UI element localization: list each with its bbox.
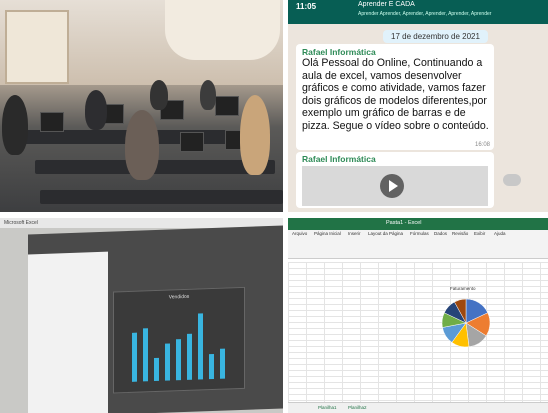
monitor-photo: Microsoft Excel Vendidos [0,218,283,413]
bar-chart-bar [198,313,203,380]
whatsapp-screenshot: 11:05 Aprender E CADA Aprender Aprender,… [288,0,548,212]
bar-chart-bar [220,349,225,379]
status-time: 11:05 [296,2,317,11]
wall-banner [165,0,280,60]
excel-titlebar-text: Microsoft Excel [4,220,38,226]
pie-chart[interactable] [288,218,548,413]
bar-chart-bar [154,357,159,382]
bar-chart-bar [165,343,170,381]
excel-screenshot: Pasta1 - Excel Arquivo Página Inicial In… [288,218,548,413]
message-time: 16:08 [474,142,490,148]
chat-subtitle: Aprender Aprender, Aprender, Aprender, A… [358,11,492,17]
student [125,110,159,180]
chat-header: 11:05 Aprender E CADA Aprender Aprender,… [288,0,548,24]
bar-chart-bar [176,339,181,381]
classroom-window [5,10,69,84]
student [150,80,168,110]
message-text: Olá Pessoal do Online, Continuando a aul… [302,57,489,132]
student [200,80,216,110]
video-thumbnail[interactable] [302,166,488,206]
bar-chart-bar [209,353,214,380]
bar-chart-bar [143,327,148,382]
sheet-tabs: Planilha1 Planilha2 [288,402,548,413]
monitor-screen: Vendidos [28,225,283,413]
message-sender: Rafael Informática [302,47,376,57]
sheet-tab[interactable]: Planilha2 [348,405,367,410]
forward-icon[interactable] [503,174,521,186]
computer-monitor [215,96,239,116]
classroom-photo [0,0,283,212]
student [240,95,270,175]
play-icon[interactable] [380,174,404,198]
video-message-bubble[interactable]: Rafael Informática [296,152,494,208]
sheet-tab[interactable]: Planilha1 [318,405,337,410]
date-chip: 17 de dezembro de 2021 [383,30,488,43]
message-bubble[interactable]: Rafael Informática Olá Pessoal do Online… [296,44,494,150]
computer-monitor [180,132,204,152]
bar-chart-bar [132,332,137,382]
bar-chart-bar [187,333,192,380]
computer-monitor [40,112,64,132]
bar-chart-title: Vendidos [168,293,190,301]
student [2,95,28,155]
desk-row [40,190,283,204]
spreadsheet-panel [28,251,108,413]
student [85,90,107,130]
bar-chart[interactable]: Vendidos [113,286,245,394]
chat-title[interactable]: Aprender E CADA [358,1,415,8]
video-message-sender: Rafael Informática [302,154,376,164]
